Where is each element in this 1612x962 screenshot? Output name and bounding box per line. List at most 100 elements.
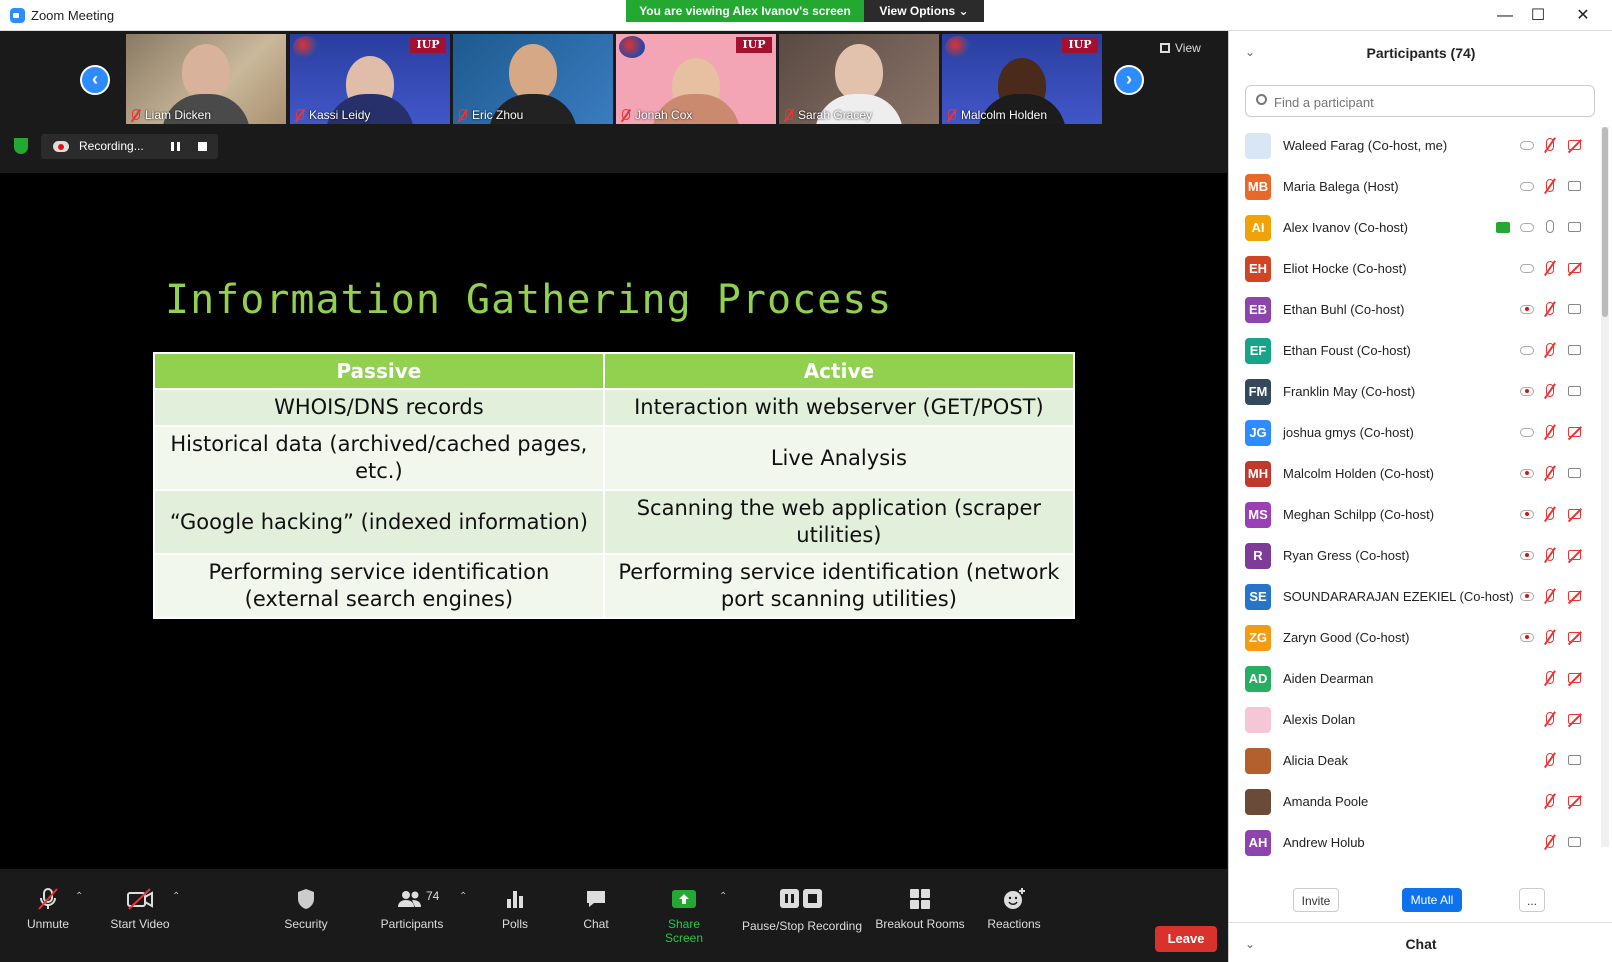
chat-icon <box>587 891 605 907</box>
participant-name: Amanda Poole <box>1283 794 1369 809</box>
participant-row[interactable]: EF Ethan Foust (Co-host) <box>1229 330 1601 371</box>
participant-row[interactable]: JG joshua gmys (Co-host) <box>1229 412 1601 453</box>
video-off-icon[interactable] <box>1568 714 1581 724</box>
viewing-screen-banner: You are viewing Alex Ivanov's screen <box>626 0 864 22</box>
participant-row[interactable]: MB Maria Balega (Host) <box>1229 166 1601 207</box>
pause-recording-icon[interactable] <box>171 142 180 151</box>
participant-row[interactable]: EB Ethan Buhl (Co-host) <box>1229 289 1601 330</box>
mute-all-button[interactable]: Mute All <box>1402 888 1462 912</box>
video-icon[interactable] <box>1568 468 1581 478</box>
video-tile[interactable]: IUP Kassi Leidy <box>290 34 450 124</box>
video-off-icon[interactable] <box>1568 796 1581 806</box>
mic-muted-icon[interactable] <box>1546 671 1554 684</box>
video-off-icon[interactable] <box>1568 550 1581 560</box>
table-cell: Interaction with webserver (GET/POST) <box>602 388 1076 427</box>
participant-row[interactable]: Amanda Poole <box>1229 781 1601 822</box>
mic-muted-icon[interactable] <box>1546 384 1554 397</box>
participant-row[interactable]: Alexis Dolan <box>1229 699 1601 740</box>
pause-stop-recording-label: Pause/Stop Recording <box>741 919 863 933</box>
polls-label: Polls <box>501 917 528 931</box>
security-label: Security <box>284 917 328 931</box>
participant-row[interactable]: ZG Zaryn Good (Co-host) <box>1229 617 1601 658</box>
view-options-button[interactable]: View Options ⌄ <box>864 0 984 22</box>
polls-icon <box>507 891 523 908</box>
mic-muted-icon[interactable] <box>1546 548 1554 561</box>
mic-muted-icon[interactable] <box>1546 835 1554 848</box>
participants-label: Participants <box>380 917 444 931</box>
mic-muted-icon[interactable] <box>1546 302 1554 315</box>
participant-list-scrollbar[interactable] <box>1601 127 1609 847</box>
video-tile[interactable]: Eric Zhou <box>453 34 613 124</box>
gallery-next-arrow[interactable]: › <box>1114 65 1144 95</box>
mic-muted-icon[interactable] <box>1546 712 1554 725</box>
chat-label: Chat <box>583 917 609 931</box>
close-button[interactable]: ✕ <box>1573 6 1593 26</box>
mic-muted-icon <box>785 109 793 120</box>
participant-row[interactable]: Alicia Deak <box>1229 740 1601 781</box>
participant-row[interactable]: SE SOUNDARARAJAN EZEKIEL (Co-host) <box>1229 576 1601 617</box>
mic-muted-icon[interactable] <box>1546 138 1554 151</box>
mic-muted-icon[interactable] <box>1546 507 1554 520</box>
participant-row[interactable]: AD Aiden Dearman <box>1229 658 1601 699</box>
participant-search[interactable] <box>1245 85 1595 117</box>
search-input[interactable] <box>1274 92 1584 112</box>
maximize-button[interactable]: ☐ <box>1528 6 1548 26</box>
video-icon[interactable] <box>1568 755 1581 765</box>
video-off-icon[interactable] <box>1568 632 1581 642</box>
stop-recording-icon[interactable] <box>198 142 207 151</box>
mic-muted-icon[interactable] <box>1546 343 1554 356</box>
video-off-icon[interactable] <box>1568 427 1581 437</box>
video-gallery-strip: ‹ Liam Dicken IUP Kassi Leidy Eric Zhou … <box>0 31 1227 173</box>
participant-row[interactable]: FM Franklin May (Co-host) <box>1229 371 1601 412</box>
mic-muted-icon[interactable] <box>1546 425 1554 438</box>
participant-row[interactable]: MH Malcolm Holden (Co-host) <box>1229 453 1601 494</box>
participant-row[interactable]: Waleed Farag (Co-host, me) <box>1229 125 1601 166</box>
view-layout-button[interactable]: View <box>1160 41 1201 55</box>
audio-options-caret[interactable]: ⌃ <box>75 891 83 902</box>
participant-row[interactable]: AI Alex Ivanov (Co-host) <box>1229 207 1601 248</box>
mic-icon[interactable] <box>1546 220 1554 233</box>
cloud-recording-icon <box>1520 428 1534 437</box>
mic-muted-icon <box>622 109 630 120</box>
video-icon[interactable] <box>1568 345 1581 355</box>
scrollbar-thumb[interactable] <box>1602 127 1608 317</box>
mic-muted-icon <box>296 109 304 120</box>
invite-button[interactable]: Invite <box>1293 888 1339 912</box>
mic-muted-icon[interactable] <box>1546 466 1554 479</box>
video-icon[interactable] <box>1568 222 1581 232</box>
video-off-icon[interactable] <box>1568 591 1581 601</box>
video-off-icon[interactable] <box>1568 263 1581 273</box>
mic-muted-icon[interactable] <box>1546 794 1554 807</box>
video-tile[interactable]: IUP Malcolm Holden <box>942 34 1102 124</box>
share-options-caret[interactable]: ⌃ <box>719 891 727 902</box>
video-off-icon[interactable] <box>1568 673 1581 683</box>
video-options-caret[interactable]: ⌃ <box>172 891 180 902</box>
video-off-icon[interactable] <box>1568 140 1581 150</box>
more-options-button[interactable]: ... <box>1519 888 1545 912</box>
video-icon[interactable] <box>1568 304 1581 314</box>
minimize-button[interactable]: — <box>1495 6 1515 26</box>
participants-options-caret[interactable]: ⌃ <box>459 891 467 902</box>
video-tile[interactable]: Sarah Gracey <box>779 34 939 124</box>
video-off-icon[interactable] <box>1568 509 1581 519</box>
video-icon[interactable] <box>1568 181 1581 191</box>
video-tile[interactable]: IUP Jonah Cox <box>616 34 776 124</box>
leave-button[interactable]: Leave <box>1155 926 1217 952</box>
video-tile[interactable]: Liam Dicken <box>126 34 286 124</box>
gallery-prev-arrow[interactable]: ‹ <box>80 65 110 95</box>
participant-row[interactable]: EH Eliot Hocke (Co-host) <box>1229 248 1601 289</box>
participant-name: Alexis Dolan <box>1283 712 1356 727</box>
mic-muted-icon[interactable] <box>1546 179 1554 192</box>
mic-muted-icon[interactable] <box>1546 630 1554 643</box>
participant-row[interactable]: MS Meghan Schilpp (Co-host) <box>1229 494 1601 535</box>
video-icon[interactable] <box>1568 386 1581 396</box>
video-icon[interactable] <box>1568 837 1581 847</box>
mic-muted-icon[interactable] <box>1546 261 1554 274</box>
encryption-shield-icon[interactable] <box>14 138 28 154</box>
mic-muted-icon[interactable] <box>1546 753 1554 766</box>
mic-muted-icon[interactable] <box>1546 589 1554 602</box>
participant-row[interactable]: AH Andrew Holub <box>1229 822 1601 858</box>
participant-row[interactable]: R Ryan Gress (Co-host) <box>1229 535 1601 576</box>
table-cell: Historical data (archived/cached pages, … <box>153 425 605 491</box>
table-cell: “Google hacking” (indexed information) <box>153 489 605 555</box>
